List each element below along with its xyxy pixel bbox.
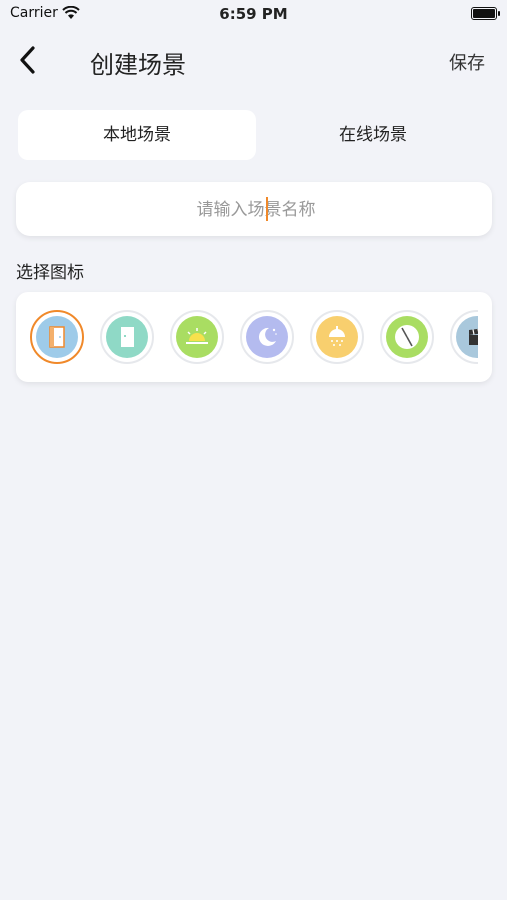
icon-option-sunrise[interactable]	[170, 310, 224, 364]
scene-name-input[interactable]	[16, 182, 496, 238]
icon-strip[interactable]	[30, 310, 478, 366]
page-title: 创建场景	[90, 51, 186, 79]
battery-icon	[471, 7, 500, 20]
door-closed-icon	[121, 327, 134, 347]
icon-option-shower[interactable]	[310, 310, 364, 364]
icon-option-clapperboard[interactable]	[450, 310, 478, 364]
sunrise-icon	[186, 328, 208, 344]
icon-option-clock[interactable]	[380, 310, 434, 364]
save-button[interactable]: 保存	[449, 49, 485, 75]
icon-option-moon[interactable]	[240, 310, 294, 364]
clapperboard-icon	[469, 328, 478, 345]
icon-picker	[16, 292, 492, 382]
text-caret	[266, 197, 268, 221]
scene-name-field-container	[16, 182, 496, 238]
status-bar: Carrier 6:59 PM	[0, 0, 507, 30]
chevron-left-icon	[20, 46, 35, 74]
navigation-bar: 创建场景 保存	[0, 35, 507, 85]
scene-tabs: 本地场景 在线场景	[16, 110, 492, 160]
clock-icon	[395, 325, 419, 349]
door-icon	[49, 326, 65, 348]
back-button[interactable]	[14, 43, 44, 77]
tab-online-scene[interactable]: 在线场景	[254, 110, 492, 160]
tab-local-scene[interactable]: 本地场景	[18, 110, 256, 160]
clock-time: 6:59 PM	[219, 5, 288, 23]
shower-icon	[329, 326, 345, 346]
icon-section-label: 选择图标	[16, 263, 84, 283]
icon-option-door[interactable]	[30, 310, 84, 364]
icon-option-door-closed[interactable]	[100, 310, 154, 364]
moon-icon	[258, 327, 277, 346]
